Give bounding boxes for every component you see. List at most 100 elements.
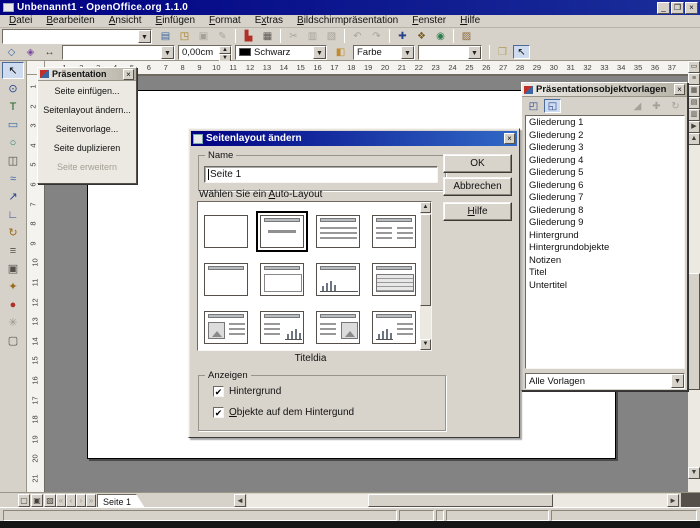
effects-icon[interactable]: ✦ bbox=[2, 278, 24, 295]
grid-scrollbar-thumb[interactable] bbox=[420, 214, 431, 306]
menu-einfgen[interactable]: Einfügen bbox=[149, 15, 202, 27]
menu-hilfe[interactable]: Hilfe bbox=[453, 15, 487, 27]
style-filter-combobox[interactable]: Alle Vorlagen ▼ bbox=[525, 373, 685, 389]
print-icon[interactable]: ▦ bbox=[259, 29, 276, 43]
new-document-icon[interactable]: ▤ bbox=[157, 29, 174, 43]
line-color-combobox[interactable]: Schwarz ▼ bbox=[235, 45, 327, 60]
fill-type-combobox[interactable]: Farbe ▼ bbox=[353, 45, 415, 60]
style-item[interactable]: Gliederung 5 bbox=[526, 167, 684, 180]
spin-up-icon[interactable]: ▲ bbox=[219, 46, 231, 54]
slides-view-icon[interactable]: ▦ bbox=[688, 85, 700, 97]
page-name-input[interactable]: Seite 1 bbox=[204, 166, 438, 183]
background-checkbox[interactable]: ✔ Hintergrund bbox=[213, 386, 281, 397]
layout-option-blank[interactable] bbox=[198, 207, 254, 255]
notes-view-icon[interactable]: ▤ bbox=[688, 97, 700, 109]
ok-button[interactable]: OK bbox=[443, 154, 512, 173]
scroll-left-icon[interactable]: ◄ bbox=[234, 494, 246, 507]
scroll-right-icon[interactable]: ► bbox=[667, 494, 679, 507]
chevron-down-icon[interactable]: ▼ bbox=[161, 46, 174, 59]
menu-fenster[interactable]: Fenster bbox=[405, 15, 453, 27]
chevron-down-icon[interactable]: ▼ bbox=[468, 46, 481, 59]
style-item[interactable]: Notizen bbox=[526, 255, 684, 268]
scroll-down-icon[interactable]: ▼ bbox=[688, 467, 700, 479]
help-button[interactable]: Hilfe bbox=[443, 202, 512, 221]
palette-title-bar[interactable]: Präsentation × bbox=[38, 68, 136, 81]
fill-style-icon[interactable]: ◧ bbox=[332, 45, 349, 59]
layout-option-title-sub[interactable] bbox=[254, 207, 310, 255]
horizontal-scrollbar-thumb[interactable] bbox=[368, 494, 553, 507]
presentation-styles-icon[interactable]: ◱ bbox=[544, 99, 561, 113]
vertical-scrollbar-thumb[interactable] bbox=[688, 273, 700, 390]
chevron-down-icon[interactable]: ▼ bbox=[401, 46, 414, 59]
close-icon[interactable]: × bbox=[123, 69, 134, 80]
edit-points-icon[interactable]: ◇ bbox=[3, 45, 20, 59]
palette-item-seitenlayout-ndern[interactable]: Seitenlayout ändern... bbox=[38, 100, 136, 119]
menu-ansicht[interactable]: Ansicht bbox=[102, 15, 149, 27]
style-item[interactable]: Gliederung 2 bbox=[526, 130, 684, 143]
vertical-scrollbar[interactable]: ▲ ▼ bbox=[688, 133, 700, 492]
menu-bearbeiten[interactable]: Bearbeiten bbox=[39, 15, 101, 27]
chevron-down-icon[interactable]: ▼ bbox=[313, 46, 326, 59]
url-dropdown-icon[interactable]: ▼ bbox=[138, 30, 151, 43]
stylist-title-bar[interactable]: Präsentationsobjektvorlagen × bbox=[522, 83, 687, 97]
navigator-icon[interactable]: ✚ bbox=[394, 29, 411, 43]
objects-3d-icon[interactable]: ◫ bbox=[2, 152, 24, 169]
rotate-icon[interactable]: ↻ bbox=[2, 224, 24, 241]
grid-scrollbar[interactable]: ▲ ▼ bbox=[420, 202, 431, 350]
layout-option-title-bullets-img[interactable] bbox=[310, 303, 366, 351]
close-icon[interactable]: × bbox=[504, 133, 515, 144]
close-icon[interactable]: × bbox=[674, 84, 685, 95]
layout-option-title-only[interactable] bbox=[198, 255, 254, 303]
connector-icon[interactable]: ∟ bbox=[2, 206, 24, 223]
checkmark-icon[interactable]: ✔ bbox=[213, 407, 224, 418]
style-item[interactable]: Hintergrund bbox=[526, 230, 684, 243]
style-item[interactable]: Gliederung 7 bbox=[526, 192, 684, 205]
url-field[interactable]: ▼ bbox=[2, 29, 152, 44]
handout-view-icon[interactable]: ▥ bbox=[688, 109, 700, 121]
style-item[interactable]: Untertitel bbox=[526, 280, 684, 293]
horizontal-scrollbar[interactable] bbox=[247, 494, 667, 507]
arrow-style-icon[interactable]: ↔ bbox=[41, 45, 58, 59]
restore-button[interactable]: ❐ bbox=[671, 2, 684, 14]
dialog-title-bar[interactable]: Seitenlayout ändern × bbox=[191, 131, 517, 146]
stylist-icon[interactable]: ❖ bbox=[413, 29, 430, 43]
alignment-icon[interactable]: ≡ bbox=[2, 242, 24, 259]
interaction-icon[interactable]: ● bbox=[2, 296, 24, 313]
layout-option-title-bullets-chart[interactable] bbox=[254, 303, 310, 351]
layout-option-title-box[interactable] bbox=[254, 255, 310, 303]
scroll-up-icon[interactable]: ▲ bbox=[420, 202, 431, 213]
zoom-icon[interactable]: ⊙ bbox=[2, 80, 24, 97]
outline-view-icon[interactable]: ≡ bbox=[688, 73, 700, 85]
layout-option-title-chart-bullets[interactable] bbox=[366, 303, 422, 351]
line-width-stepper[interactable]: 0,00cm ▲▼ bbox=[178, 45, 232, 60]
style-item[interactable]: Gliederung 4 bbox=[526, 155, 684, 168]
title-bar[interactable]: Unbenannt1 - OpenOffice.org 1.1.0 _ ❐ × bbox=[0, 0, 700, 15]
text-icon[interactable]: T bbox=[2, 98, 24, 115]
layer-mode-icon[interactable]: ▧ bbox=[44, 494, 56, 507]
chevron-down-icon[interactable]: ▼ bbox=[671, 374, 684, 388]
close-button[interactable]: × bbox=[685, 2, 698, 14]
line-style-combobox[interactable]: ▼ bbox=[62, 45, 175, 60]
style-item[interactable]: Titel bbox=[526, 267, 684, 280]
gallery-icon[interactable]: ▨ bbox=[458, 29, 475, 43]
graphic-styles-icon[interactable]: ◰ bbox=[525, 99, 542, 113]
scroll-down-icon[interactable]: ▼ bbox=[420, 339, 431, 350]
minimize-button[interactable]: _ bbox=[657, 2, 670, 14]
layout-option-title-table[interactable] bbox=[366, 255, 422, 303]
export-pdf-icon[interactable]: ▙ bbox=[240, 29, 257, 43]
style-item[interactable]: Gliederung 6 bbox=[526, 180, 684, 193]
scroll-up-icon[interactable]: ▲ bbox=[688, 133, 700, 145]
rectangle-icon[interactable]: ▭ bbox=[2, 116, 24, 133]
glue-points-icon[interactable]: ◈ bbox=[22, 45, 39, 59]
menu-extras[interactable]: Extras bbox=[248, 15, 290, 27]
layout-option-title-2bullets[interactable] bbox=[366, 207, 422, 255]
page-mode-icon[interactable]: ▢ bbox=[18, 494, 30, 507]
cancel-button[interactable]: Abbrechen bbox=[443, 177, 512, 196]
palette-item-seite-duplizieren[interactable]: Seite duplizieren bbox=[38, 138, 136, 157]
lines-arrows-icon[interactable]: ↗ bbox=[2, 188, 24, 205]
style-item[interactable]: Gliederung 1 bbox=[526, 117, 684, 130]
slide-tab[interactable]: Seite 1 bbox=[97, 494, 145, 508]
menu-datei[interactable]: Datei bbox=[2, 15, 39, 27]
master-mode-icon[interactable]: ▣ bbox=[31, 494, 43, 507]
open-icon[interactable]: ◳ bbox=[176, 29, 193, 43]
